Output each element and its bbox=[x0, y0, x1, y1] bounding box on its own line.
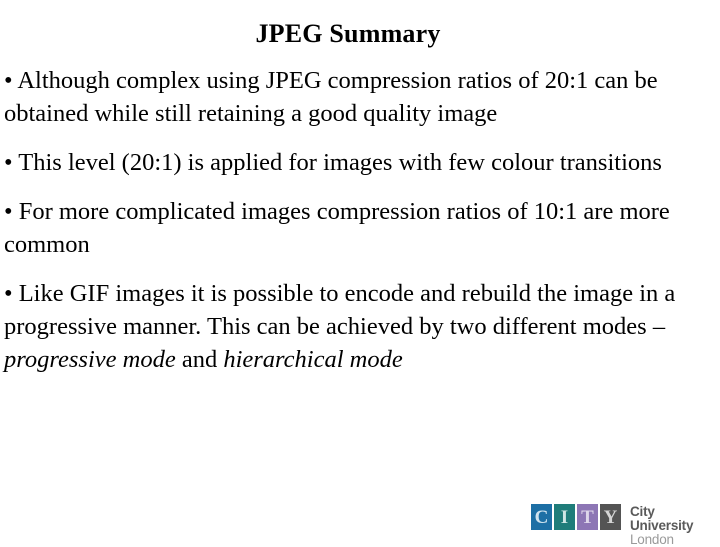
bullet-emphasis-hierarchical-mode: hierarchical mode bbox=[223, 346, 403, 373]
slide: JPEG Summary • Although complex using JP… bbox=[0, 0, 720, 547]
bullet-item: • Like GIF images it is possible to enco… bbox=[4, 277, 716, 376]
logo-wordmark-primary: City University bbox=[630, 504, 694, 533]
logo-square-y: Y bbox=[600, 504, 621, 530]
logo-square-t: T bbox=[577, 504, 598, 530]
bullet-conjunction: and bbox=[175, 346, 224, 373]
bullet-item: • Although complex using JPEG compressio… bbox=[4, 67, 658, 127]
bullet-item: • This level (20:1) is applied for image… bbox=[4, 149, 662, 176]
slide-body: • Although complex using JPEG compressio… bbox=[4, 64, 716, 376]
bullet-lead-text: • Like GIF images it is possible to enco… bbox=[4, 280, 676, 340]
logo-wordmark-secondary: London bbox=[630, 532, 674, 547]
logo-wordmark: City University London bbox=[630, 504, 720, 547]
logo-square-i: I bbox=[554, 504, 575, 530]
logo-square-c: C bbox=[531, 504, 552, 530]
city-university-london-logo: C I T Y City University London bbox=[531, 504, 720, 547]
logo-letter-squares: C I T Y bbox=[531, 504, 623, 530]
bullet-item: • For more complicated images compressio… bbox=[4, 198, 670, 258]
page-title: JPEG Summary bbox=[255, 19, 441, 48]
bullet-emphasis-progressive-mode: progressive mode bbox=[4, 346, 176, 373]
